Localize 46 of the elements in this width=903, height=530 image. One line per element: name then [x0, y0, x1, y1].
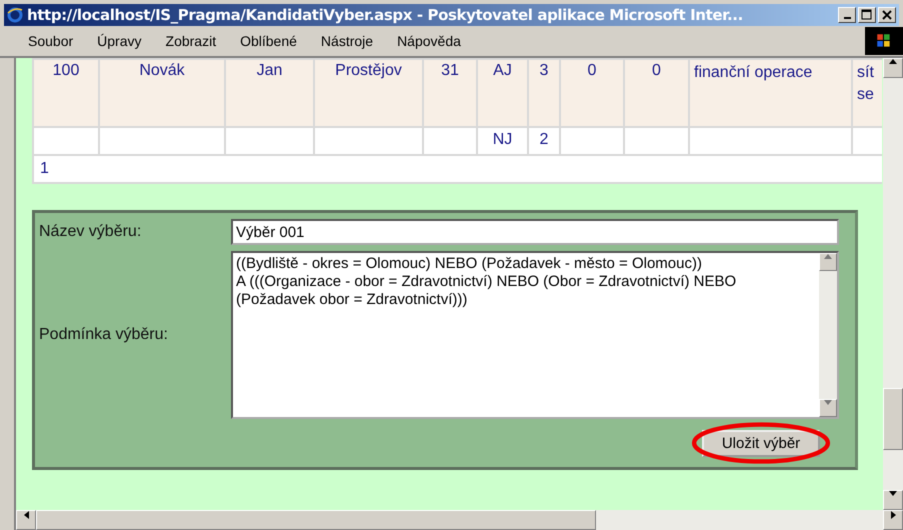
menu-item[interactable]: Soubor	[28, 33, 74, 49]
right-arrow-icon[interactable]	[890, 511, 896, 519]
window-title: http://localhost/IS_Pragma/KandidatiVyber.aspx - Poskytovatel aplikace Microsoft Inter...	[27, 6, 744, 24]
page-link[interactable]: 1	[40, 160, 49, 177]
table-cell: sít se	[857, 64, 874, 103]
minimize-button[interactable]	[838, 7, 856, 23]
up-arrow-icon[interactable]	[889, 59, 897, 64]
menu-item[interactable]: Nástroje	[320, 33, 374, 49]
minimize-icon	[844, 17, 850, 19]
table-cell: 0	[652, 62, 661, 79]
name-field[interactable]: Výběr 001	[231, 219, 839, 245]
menu-item[interactable]: Zobrazit	[166, 33, 216, 49]
table-cell: Novák	[139, 62, 185, 79]
table-cell: Jan	[256, 62, 282, 79]
windows-logo-icon	[865, 27, 903, 55]
table-cell: NJ	[492, 131, 512, 148]
left-arrow-icon[interactable]	[24, 511, 28, 519]
table-cell: 100	[52, 62, 80, 79]
table-cell: AJ	[493, 62, 512, 79]
scroll-up-button[interactable]	[819, 253, 837, 271]
maximize-button[interactable]	[858, 7, 876, 23]
vertical-scrollbar[interactable]	[883, 58, 903, 510]
scroll-thumb[interactable]	[883, 388, 903, 450]
field-label: Název výběru:	[39, 223, 142, 241]
horizontal-scrollbar[interactable]	[16, 510, 903, 530]
scroll-down-button[interactable]	[819, 399, 837, 417]
up-arrow-icon	[824, 254, 832, 259]
down-arrow-icon	[824, 400, 832, 405]
table-cell: 3	[540, 62, 548, 79]
condition-field[interactable]: ((Bydliště - okres = Olomouc) NEBO (Požadavek - město = Olomouc)) A (((Organizace - obor = Zdravotnictví) NEBO (Obor = Zdravotnictví) NEBO (Požadavek obor = Zdravotnictví)))	[231, 251, 839, 419]
table-cell: 2	[540, 131, 548, 148]
table-cell: Prostějov	[335, 62, 402, 79]
table-cell: 31	[441, 62, 459, 79]
scroll-thumb[interactable]	[36, 510, 596, 530]
browser-icon	[7, 7, 23, 23]
table-cell: 0	[588, 62, 596, 79]
menu-item[interactable]: Úpravy	[97, 33, 142, 49]
save-button[interactable]: Uložit výběr	[702, 430, 820, 456]
field-label: Podmínka výběru:	[39, 326, 169, 344]
close-icon	[880, 9, 894, 21]
menu-item[interactable]: Oblíbené	[240, 33, 297, 49]
maximize-icon	[860, 9, 874, 21]
menu-item[interactable]: Nápověda	[397, 33, 461, 49]
table-cell: finanční operace	[694, 64, 812, 81]
down-arrow-icon[interactable]	[889, 491, 897, 496]
close-button[interactable]	[878, 7, 896, 23]
